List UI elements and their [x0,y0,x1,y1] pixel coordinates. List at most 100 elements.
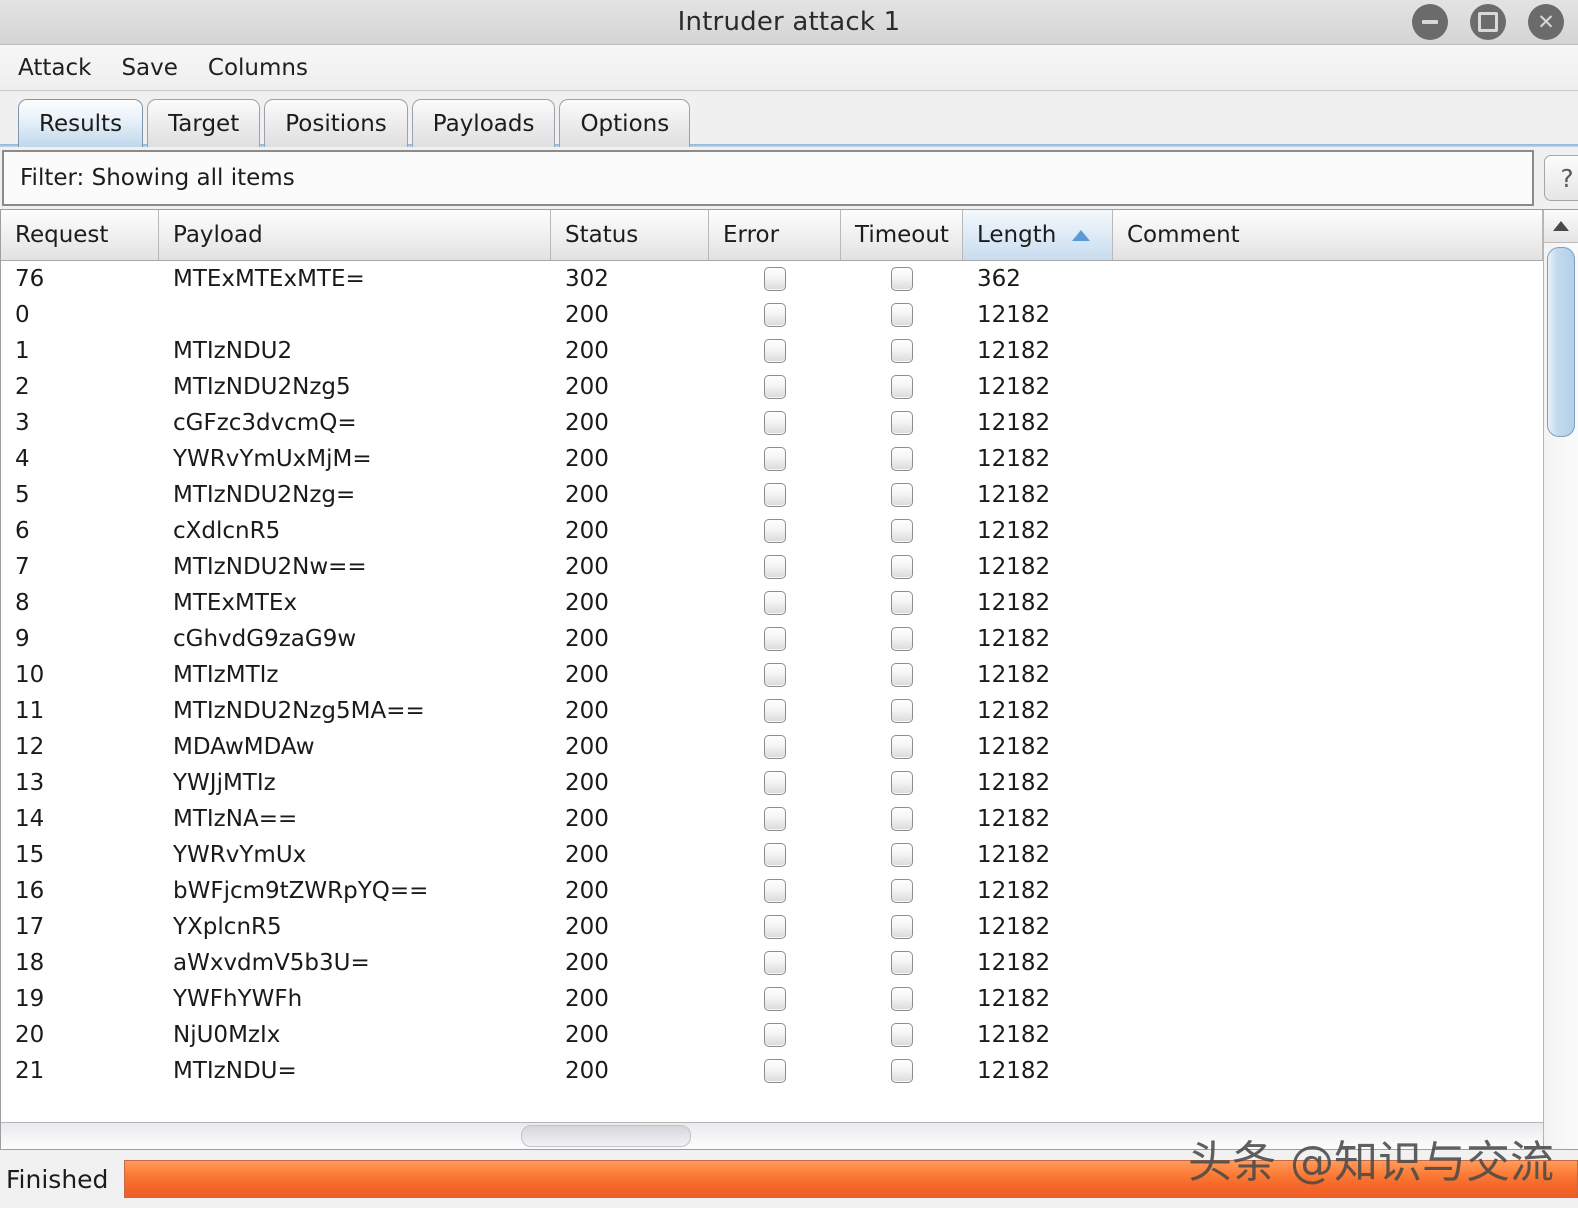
table-row[interactable]: 18 aWxvdmV5b3U= 200 12182 [1,945,1543,981]
timeout-checkbox[interactable] [891,699,913,723]
error-checkbox[interactable] [764,591,786,615]
timeout-checkbox[interactable] [891,843,913,867]
cell-comment [1113,549,1543,585]
error-checkbox[interactable] [764,807,786,831]
table-row[interactable]: 1 MTIzNDU2 200 12182 [1,333,1543,369]
timeout-checkbox[interactable] [891,807,913,831]
timeout-checkbox[interactable] [891,1023,913,1047]
column-header-timeout[interactable]: Timeout [841,210,963,260]
error-checkbox[interactable] [764,987,786,1011]
filter-bar[interactable]: Filter: Showing all items [2,150,1534,206]
table-row[interactable]: 7 MTIzNDU2Nw== 200 12182 [1,549,1543,585]
timeout-checkbox[interactable] [891,375,913,399]
error-checkbox[interactable] [764,1059,786,1083]
table-row[interactable]: 11 MTIzNDU2Nzg5MA== 200 12182 [1,693,1543,729]
horizontal-scrollbar[interactable] [1,1122,1543,1149]
table-row[interactable]: 76 MTExMTExMTE= 302 362 [1,261,1543,297]
error-checkbox[interactable] [764,411,786,435]
table-row[interactable]: 16 bWFjcm9tZWRpYQ== 200 12182 [1,873,1543,909]
table-row[interactable]: 13 YWJjMTIz 200 12182 [1,765,1543,801]
error-checkbox[interactable] [764,519,786,543]
error-checkbox[interactable] [764,447,786,471]
timeout-checkbox[interactable] [891,735,913,759]
column-header-comment[interactable]: Comment [1113,210,1543,260]
menu-item-attack[interactable]: Attack [16,53,93,83]
timeout-checkbox[interactable] [891,447,913,471]
timeout-checkbox[interactable] [891,555,913,579]
table-row[interactable]: 14 MTIzNA== 200 12182 [1,801,1543,837]
error-checkbox[interactable] [764,267,786,291]
column-header-status[interactable]: Status [551,210,709,260]
table-row[interactable]: 8 MTExMTEx 200 12182 [1,585,1543,621]
timeout-checkbox[interactable] [891,591,913,615]
scroll-up-button[interactable] [1544,210,1578,243]
timeout-checkbox[interactable] [891,915,913,939]
timeout-checkbox[interactable] [891,411,913,435]
cell-error [709,513,841,549]
table-row[interactable]: 21 MTIzNDU= 200 12182 [1,1053,1543,1089]
vertical-scrollbar[interactable] [1543,210,1578,1149]
cell-request: 4 [15,446,30,472]
timeout-checkbox[interactable] [891,771,913,795]
table-row[interactable]: 2 MTIzNDU2Nzg5 200 12182 [1,369,1543,405]
table-row[interactable]: 4 YWRvYmUxMjM= 200 12182 [1,441,1543,477]
error-checkbox[interactable] [764,1023,786,1047]
error-checkbox[interactable] [764,771,786,795]
column-header-error[interactable]: Error [709,210,841,260]
timeout-checkbox[interactable] [891,951,913,975]
table-row[interactable]: 15 YWRvYmUx 200 12182 [1,837,1543,873]
timeout-checkbox[interactable] [891,663,913,687]
error-checkbox[interactable] [764,699,786,723]
timeout-checkbox[interactable] [891,267,913,291]
help-button[interactable]: ? [1544,155,1578,201]
timeout-checkbox[interactable] [891,627,913,651]
column-header-comment-label: Comment [1127,222,1240,248]
table-row[interactable]: 10 MTIzMTIz 200 12182 [1,657,1543,693]
error-checkbox[interactable] [764,627,786,651]
timeout-checkbox[interactable] [891,987,913,1011]
error-checkbox[interactable] [764,375,786,399]
error-checkbox[interactable] [764,339,786,363]
column-header-request[interactable]: Request [1,210,159,260]
tab-options[interactable]: Options [559,99,691,147]
tab-positions[interactable]: Positions [264,99,408,147]
table-row[interactable]: 19 YWFhYWFh 200 12182 [1,981,1543,1017]
vertical-scrollbar-thumb[interactable] [1547,247,1575,437]
horizontal-scrollbar-thumb[interactable] [521,1125,691,1147]
table-row[interactable]: 5 MTIzNDU2Nzg= 200 12182 [1,477,1543,513]
tab-results[interactable]: Results [18,99,144,147]
error-checkbox[interactable] [764,843,786,867]
error-checkbox[interactable] [764,555,786,579]
timeout-checkbox[interactable] [891,1059,913,1083]
error-checkbox[interactable] [764,483,786,507]
table-row[interactable]: 0 200 12182 [1,297,1543,333]
timeout-checkbox[interactable] [891,339,913,363]
tab-payloads[interactable]: Payloads [411,99,556,147]
column-header-length[interactable]: Length [963,210,1113,260]
timeout-checkbox[interactable] [891,519,913,543]
error-checkbox[interactable] [764,915,786,939]
minimize-button[interactable] [1412,4,1448,40]
table-row[interactable]: 9 cGhvdG9zaG9w 200 12182 [1,621,1543,657]
column-header-timeout-label: Timeout [855,222,949,248]
table-row[interactable]: 6 cXdlcnR5 200 12182 [1,513,1543,549]
menu-item-save[interactable]: Save [119,53,179,83]
error-checkbox[interactable] [764,951,786,975]
close-button[interactable]: ✕ [1528,4,1564,40]
error-checkbox[interactable] [764,879,786,903]
tab-target[interactable]: Target [147,99,261,147]
maximize-button[interactable] [1470,4,1506,40]
timeout-checkbox[interactable] [891,879,913,903]
error-checkbox[interactable] [764,303,786,327]
error-checkbox[interactable] [764,663,786,687]
vertical-scrollbar-track[interactable] [1544,243,1578,1149]
table-row[interactable]: 17 YXplcnR5 200 12182 [1,909,1543,945]
menu-item-columns[interactable]: Columns [206,53,310,83]
table-row[interactable]: 3 cGFzc3dvcmQ= 200 12182 [1,405,1543,441]
timeout-checkbox[interactable] [891,483,913,507]
table-row[interactable]: 20 NjU0MzIx 200 12182 [1,1017,1543,1053]
error-checkbox[interactable] [764,735,786,759]
column-header-payload[interactable]: Payload [159,210,551,260]
timeout-checkbox[interactable] [891,303,913,327]
table-row[interactable]: 12 MDAwMDAw 200 12182 [1,729,1543,765]
